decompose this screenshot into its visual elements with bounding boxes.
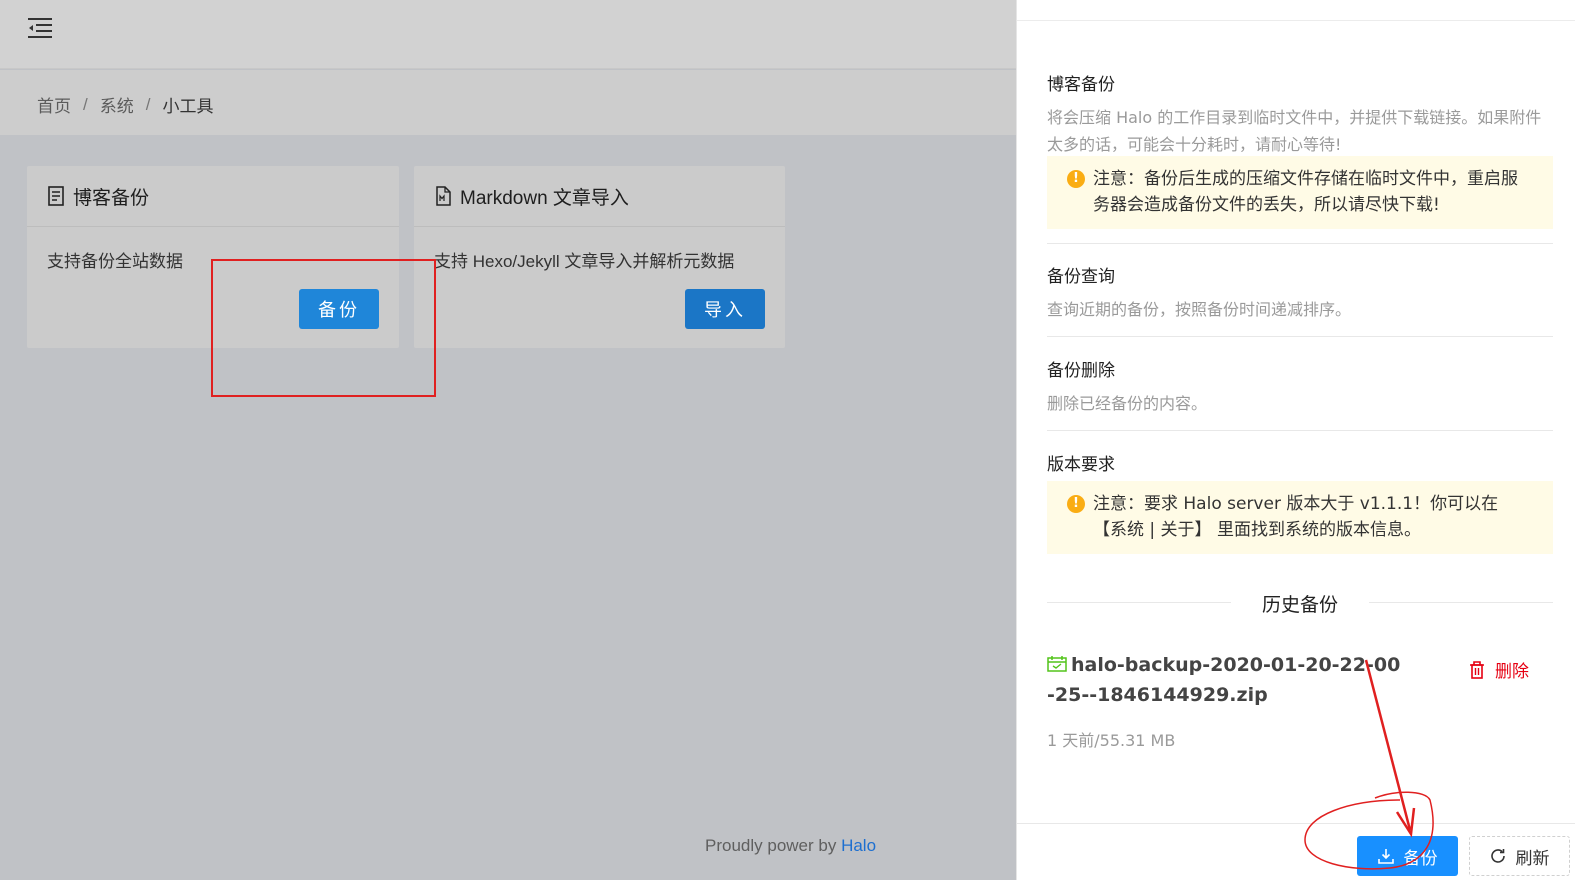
delete-backup-link[interactable]: 删除 [1469, 657, 1529, 682]
warning-icon: ! [1067, 495, 1085, 513]
backup-button[interactable]: 备份 [1357, 836, 1458, 876]
card-header: Markdown 文章导入 [414, 166, 785, 227]
divider-line [1369, 602, 1553, 603]
divider [1047, 336, 1553, 337]
trash-icon [1469, 660, 1485, 679]
card-header: 博客备份 [27, 166, 399, 227]
footer-text: Proudly power by [705, 836, 842, 855]
backup-warning-alert: ! 注意：备份后生成的压缩文件存储在临时文件中，重启服务器会造成备份文件的丢失，… [1047, 156, 1553, 229]
backup-meta: 1 天前/55.31 MB [1047, 731, 1176, 750]
breadcrumb-current: 小工具 [162, 97, 214, 116]
annotation-highlight-box [211, 259, 436, 397]
drawer-footer-divider [1017, 823, 1575, 824]
refresh-button-label: 刷新 [1515, 848, 1550, 869]
alert-text: 注意：备份后生成的压缩文件存储在临时文件中，重启服务器会造成备份文件的丢失，所以… [1093, 169, 1518, 215]
breadcrumb-home[interactable]: 首页 [37, 92, 71, 117]
document-icon [47, 186, 65, 206]
delete-label: 删除 [1495, 662, 1529, 682]
backup-file-name-text: halo-backup-2020-01-20-22-00-25--1846144… [1047, 654, 1401, 706]
backup-button-label: 备份 [1403, 848, 1438, 869]
page-footer: Proudly power by Halo [705, 836, 876, 856]
divider [1047, 243, 1553, 244]
refresh-icon [1490, 848, 1506, 864]
card-title: 博客备份 [73, 187, 150, 209]
section-version-requirement: 版本要求 [1047, 450, 1553, 475]
breadcrumb: 首页 / 系统 / 小工具 [37, 92, 213, 117]
warning-icon: ! [1067, 170, 1085, 188]
section-title: 备份删除 [1047, 361, 1115, 381]
backup-drawer: 博客备份 将会压缩 Halo 的工作目录到临时文件中，并提供下载链接。如果附件太… [1016, 0, 1575, 880]
history-title: 历史备份 [1261, 594, 1338, 616]
section-title: 备份查询 [1047, 267, 1115, 287]
markdown-import-card: Markdown 文章导入 支持 Hexo/Jekyll 文章导入并解析元数据 … [414, 166, 785, 348]
section-title: 博客备份 [1047, 75, 1115, 95]
card-title: Markdown 文章导入 [460, 187, 629, 209]
backup-list-item: halo-backup-2020-01-20-22-00-25--1846144… [1047, 650, 1407, 710]
markdown-file-icon [434, 186, 452, 206]
alert-text: 注意：要求 Halo server 版本大于 v1.1.1！你可以在 【系统 |… [1093, 494, 1499, 540]
history-divider: 历史备份 [1047, 590, 1553, 616]
section-backup-query: 备份查询 查询近期的备份，按照备份时间递减排序。 [1047, 262, 1553, 323]
section-description: 查询近期的备份，按照备份时间递减排序。 [1047, 300, 1352, 319]
breadcrumb-separator: / [145, 94, 151, 114]
section-title: 版本要求 [1047, 455, 1115, 475]
breadcrumb-system[interactable]: 系统 [100, 92, 134, 117]
backup-file-name[interactable]: halo-backup-2020-01-20-22-00-25--1846144… [1047, 650, 1407, 710]
divider [1047, 430, 1553, 431]
card-description: 支持 Hexo/Jekyll 文章导入并解析元数据 [434, 252, 735, 271]
section-blog-backup: 博客备份 将会压缩 Halo 的工作目录到临时文件中，并提供下载链接。如果附件太… [1047, 70, 1553, 158]
section-description: 将会压缩 Halo 的工作目录到临时文件中，并提供下载链接。如果附件太多的话，可… [1047, 108, 1542, 154]
section-backup-delete: 备份删除 删除已经备份的内容。 [1047, 356, 1553, 417]
menu-fold-icon[interactable] [28, 18, 52, 38]
calendar-file-icon [1047, 656, 1067, 672]
drawer-header-divider [1017, 20, 1575, 21]
download-icon [1377, 848, 1394, 864]
breadcrumb-separator: / [83, 94, 88, 114]
footer-halo-link[interactable]: Halo [841, 836, 876, 855]
section-description: 删除已经备份的内容。 [1047, 394, 1208, 413]
version-warning-alert: ! 注意：要求 Halo server 版本大于 v1.1.1！你可以在 【系统… [1047, 481, 1553, 554]
card-import-button[interactable]: 导入 [685, 289, 765, 329]
refresh-button[interactable]: 刷新 [1469, 836, 1570, 876]
